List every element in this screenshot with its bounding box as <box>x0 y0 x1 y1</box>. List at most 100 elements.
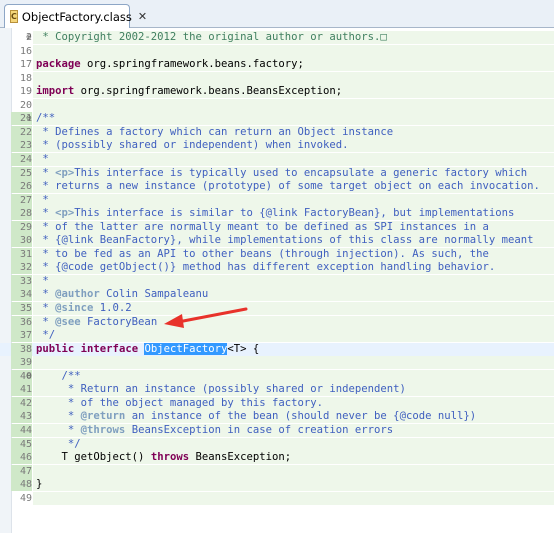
coverage-band <box>33 112 554 126</box>
code-line[interactable]: 27 * <box>0 193 554 207</box>
code-text: * {@code getObject()} method has differe… <box>36 261 495 274</box>
code-text: import org.springframework.beans.BeansEx… <box>36 85 342 98</box>
coverage-band <box>33 491 554 505</box>
code-token: Colin Sampaleanu <box>99 288 209 301</box>
code-token: * <box>36 207 56 220</box>
coverage-band <box>33 98 554 112</box>
editor-tab-bar: C ObjectFactory.class ✕ <box>0 0 554 28</box>
line-number: 26 <box>11 180 32 194</box>
collapse-fold-icon[interactable]: ⊖ <box>26 370 33 383</box>
code-token: □ <box>380 31 387 43</box>
code-text: public interface ObjectFactory<T> { <box>36 342 259 356</box>
code-token: 1.0.2 <box>93 302 132 314</box>
code-text: * <box>36 274 49 288</box>
code-text: * @throws BeansException in case of crea… <box>36 424 393 437</box>
code-line[interactable]: 38 public interface ObjectFactory<T> { <box>0 342 554 356</box>
code-line[interactable]: 41 * Return an instance (possibly shared… <box>0 383 554 397</box>
code-line[interactable]: 19 import org.springframework.beans.Beans… <box>0 85 554 99</box>
code-token: * {@code getObject()} method has differe… <box>36 261 496 274</box>
code-line[interactable]: 31 * to be fed as an API to other beans … <box>0 247 554 261</box>
code-line[interactable]: 26 * returns a new instance (prototype) … <box>0 180 554 194</box>
code-line[interactable]: 49 <box>0 491 554 505</box>
code-token: * <box>36 410 81 423</box>
line-number: 35 <box>11 302 32 315</box>
code-line[interactable]: 34 * @author Colin Sampaleanu <box>0 288 554 302</box>
code-line[interactable]: 25 * <p>This interface is typically used… <box>0 166 554 180</box>
code-token: package <box>36 58 81 71</box>
code-text: * Defines a factory which can return an … <box>36 126 393 139</box>
code-line[interactable]: 48} <box>0 478 554 492</box>
code-line[interactable]: 16 <box>0 44 554 58</box>
coverage-band <box>33 356 554 370</box>
code-line[interactable]: 36 * @see FactoryBean <box>0 315 554 329</box>
code-line[interactable]: 40 ⊖ /** <box>0 369 554 383</box>
code-text: * @author Colin Sampaleanu <box>36 288 208 301</box>
line-number: 30 <box>11 234 32 248</box>
code-text: * @since 1.0.2 <box>36 302 132 315</box>
coverage-band <box>33 193 554 207</box>
code-line[interactable]: 2 ⊕ * Copyright 2002-2012 the original au… <box>0 31 554 44</box>
line-number: 36 <box>11 315 32 329</box>
code-line[interactable]: 39 <box>0 356 554 370</box>
code-line[interactable]: 17 package org.springframework.beans.fact… <box>0 58 554 72</box>
code-line[interactable]: 29 * of the latter are normally meant to… <box>0 220 554 234</box>
code-line[interactable]: 30 * {@link BeanFactory}, while implemen… <box>0 234 554 248</box>
code-token: <p> <box>55 166 75 179</box>
line-number: 44 <box>11 423 32 437</box>
code-token: BeansException; <box>189 451 292 464</box>
code-line[interactable]: 32 * {@code getObject()} method has diff… <box>0 261 554 275</box>
code-token: * <box>36 193 49 206</box>
code-line[interactable]: 35 * @since 1.0.2 <box>0 302 554 315</box>
code-text: * @return an instance of the bean (shoul… <box>36 410 476 423</box>
close-icon[interactable]: ✕ <box>138 10 147 23</box>
line-number: 29 <box>11 220 32 234</box>
line-number: 17 <box>19 59 32 71</box>
collapse-fold-icon[interactable]: ⊖ <box>26 112 33 125</box>
code-line[interactable]: 21 ⊖/** <box>0 112 554 126</box>
code-token: * {@link BeanFactory}, while implementat… <box>36 234 534 247</box>
code-text: /** <box>36 112 55 125</box>
code-line[interactable]: 37 */ <box>0 329 554 343</box>
code-token: * of the object managed by this factory. <box>36 396 324 409</box>
code-line[interactable]: 22 * Defines a factory which can return … <box>0 125 554 139</box>
code-line[interactable]: 28 * <p>This interface is similar to {@l… <box>0 207 554 221</box>
code-line[interactable]: 46 T getObject() throws BeansException; <box>0 451 554 465</box>
code-text: * (possibly shared or independent) when … <box>36 139 348 152</box>
code-line[interactable]: 42 * of the object managed by this facto… <box>0 396 554 410</box>
code-token: * Return an instance (possibly shared or… <box>36 383 406 396</box>
code-text: } <box>36 478 42 491</box>
code-token: * <box>36 302 56 314</box>
code-token: * returns a new instance (prototype) of … <box>36 180 540 193</box>
code-text: * <p>This interface is similar to {@link… <box>36 207 514 220</box>
line-number: 37 <box>11 329 32 343</box>
line-number: 31 <box>11 247 32 261</box>
code-line[interactable]: 20 <box>0 98 554 112</box>
code-editor[interactable]: 2 ⊕ * Copyright 2002-2012 the original au… <box>0 28 554 533</box>
tab-label: ObjectFactory.class <box>21 9 132 24</box>
code-text: */ <box>36 329 55 342</box>
line-number: 18 <box>19 72 32 84</box>
code-token: * <box>36 315 56 328</box>
code-text: * {@link BeanFactory}, while implementat… <box>36 234 533 247</box>
code-token: @see <box>55 315 81 328</box>
line-number: 32 <box>11 261 32 275</box>
code-line[interactable]: 45 */ <box>0 437 554 451</box>
code-line[interactable]: 43 * @return an instance of the bean (sh… <box>0 410 554 424</box>
code-line[interactable]: 18 <box>0 71 554 85</box>
code-line[interactable]: 33 * <box>0 274 554 288</box>
code-line[interactable]: 23 * (possibly shared or independent) wh… <box>0 139 554 153</box>
code-token: org.springframework.beans.BeansException… <box>74 85 343 98</box>
code-token: * Copyright 2002-2012 the original autho… <box>36 31 381 43</box>
code-text: * returns a new instance (prototype) of … <box>36 180 540 193</box>
code-line[interactable]: 44 * @throws BeansException in case of c… <box>0 423 554 437</box>
code-token: * <box>36 274 49 287</box>
coverage-band <box>33 71 554 85</box>
expand-fold-icon[interactable]: ⊕ <box>26 31 33 44</box>
code-token: @author <box>55 288 100 301</box>
code-token: <p> <box>55 207 75 220</box>
code-line[interactable]: 24 * <box>0 152 554 166</box>
tab-objectfactory-class[interactable]: C ObjectFactory.class ✕ <box>4 4 147 28</box>
code-line[interactable]: 47 <box>0 464 554 478</box>
code-text: /** <box>36 370 81 383</box>
line-number: 16 <box>19 45 32 57</box>
